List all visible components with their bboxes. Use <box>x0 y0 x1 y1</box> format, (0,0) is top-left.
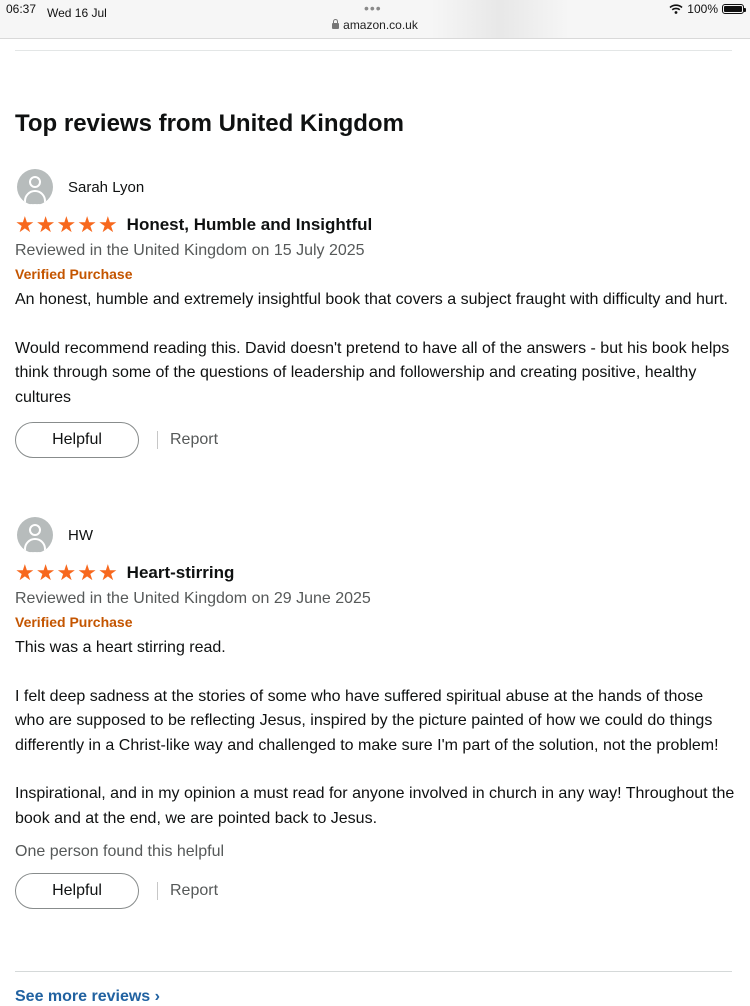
verified-badge: Verified Purchase <box>15 266 133 282</box>
review-paragraph: I felt deep sadness at the stories of so… <box>15 687 719 754</box>
star-icon: ★ <box>56 212 77 237</box>
divider <box>15 971 732 972</box>
status-bar: 06:37 Wed 16 Jul ••• amazon.co.uk 100% <box>0 0 750 39</box>
review-paragraph: An honest, humble and extremely insightf… <box>15 291 728 308</box>
status-time: 06:37 <box>6 2 37 16</box>
review-card: Sarah Lyon ★ ★ ★ ★ ★ Honest, Humble and Insi… <box>15 168 735 459</box>
battery-icon <box>722 4 746 14</box>
reviewer-name: Sarah Lyon <box>68 178 145 196</box>
report-link[interactable]: Report <box>170 882 218 900</box>
reviewer-profile[interactable]: Sarah Lyon <box>15 168 735 206</box>
avatar <box>17 169 53 205</box>
star-icon: ★ <box>35 560 56 585</box>
review-paragraph: Would recommend reading this. David does… <box>15 339 730 406</box>
star-icon: ★ <box>97 560 118 585</box>
review-card: HW ★ ★ ★ ★ ★ Heart-stirring Reviewed in the … <box>15 516 735 910</box>
star-icon: ★ <box>35 212 56 237</box>
avatar <box>17 517 53 553</box>
review-paragraph: Inspirational, and in my opinion a must … <box>15 785 735 827</box>
star-icon: ★ <box>97 212 118 237</box>
helpful-button[interactable]: Helpful <box>15 422 139 459</box>
review-body: This was a heart stirring read. I felt d… <box>15 636 735 831</box>
review-date: Reviewed in the United Kingdom on 29 Jun… <box>15 590 371 607</box>
wifi-icon <box>669 4 683 14</box>
review-date: Reviewed in the United Kingdom on 15 Jul… <box>15 242 365 259</box>
star-rating: ★ ★ ★ ★ ★ <box>15 562 118 584</box>
review-actions: Helpful Report <box>15 873 735 910</box>
lock-icon <box>332 19 340 29</box>
review-title[interactable]: Honest, Humble and Insightful <box>127 215 373 235</box>
divider <box>15 50 732 51</box>
review-title-row[interactable]: ★ ★ ★ ★ ★ Heart-stirring <box>15 560 735 586</box>
more-dots-icon[interactable]: ••• <box>364 0 382 16</box>
review-actions: Helpful Report <box>15 422 735 459</box>
review-title-row[interactable]: ★ ★ ★ ★ ★ Honest, Humble and Insightful <box>15 212 735 238</box>
star-icon: ★ <box>77 560 97 585</box>
address-bar[interactable]: amazon.co.uk <box>0 18 750 32</box>
verified-badge: Verified Purchase <box>15 614 133 630</box>
star-icon: ★ <box>56 560 77 585</box>
helpful-count: One person found this helpful <box>15 843 225 861</box>
status-right: 100% <box>669 2 746 16</box>
divider <box>157 882 158 901</box>
address-url: amazon.co.uk <box>343 18 418 32</box>
review-title[interactable]: Heart-stirring <box>127 563 235 583</box>
star-rating: ★ ★ ★ ★ ★ <box>15 214 118 236</box>
review-body: An honest, humble and extremely insightf… <box>15 288 735 410</box>
divider <box>157 431 158 450</box>
helpful-button[interactable]: Helpful <box>15 873 139 910</box>
page-title: Top reviews from United Kingdom <box>15 110 404 137</box>
report-link[interactable]: Report <box>170 431 218 449</box>
reviewer-name: HW <box>68 526 93 544</box>
review-paragraph: This was a heart stirring read. <box>15 639 226 656</box>
reviewer-profile[interactable]: HW <box>15 516 735 554</box>
star-icon: ★ <box>15 212 35 237</box>
battery-percent: 100% <box>687 2 718 16</box>
see-more-reviews-link[interactable]: See more reviews › <box>15 988 160 1006</box>
star-icon: ★ <box>15 560 35 585</box>
star-icon: ★ <box>77 212 97 237</box>
